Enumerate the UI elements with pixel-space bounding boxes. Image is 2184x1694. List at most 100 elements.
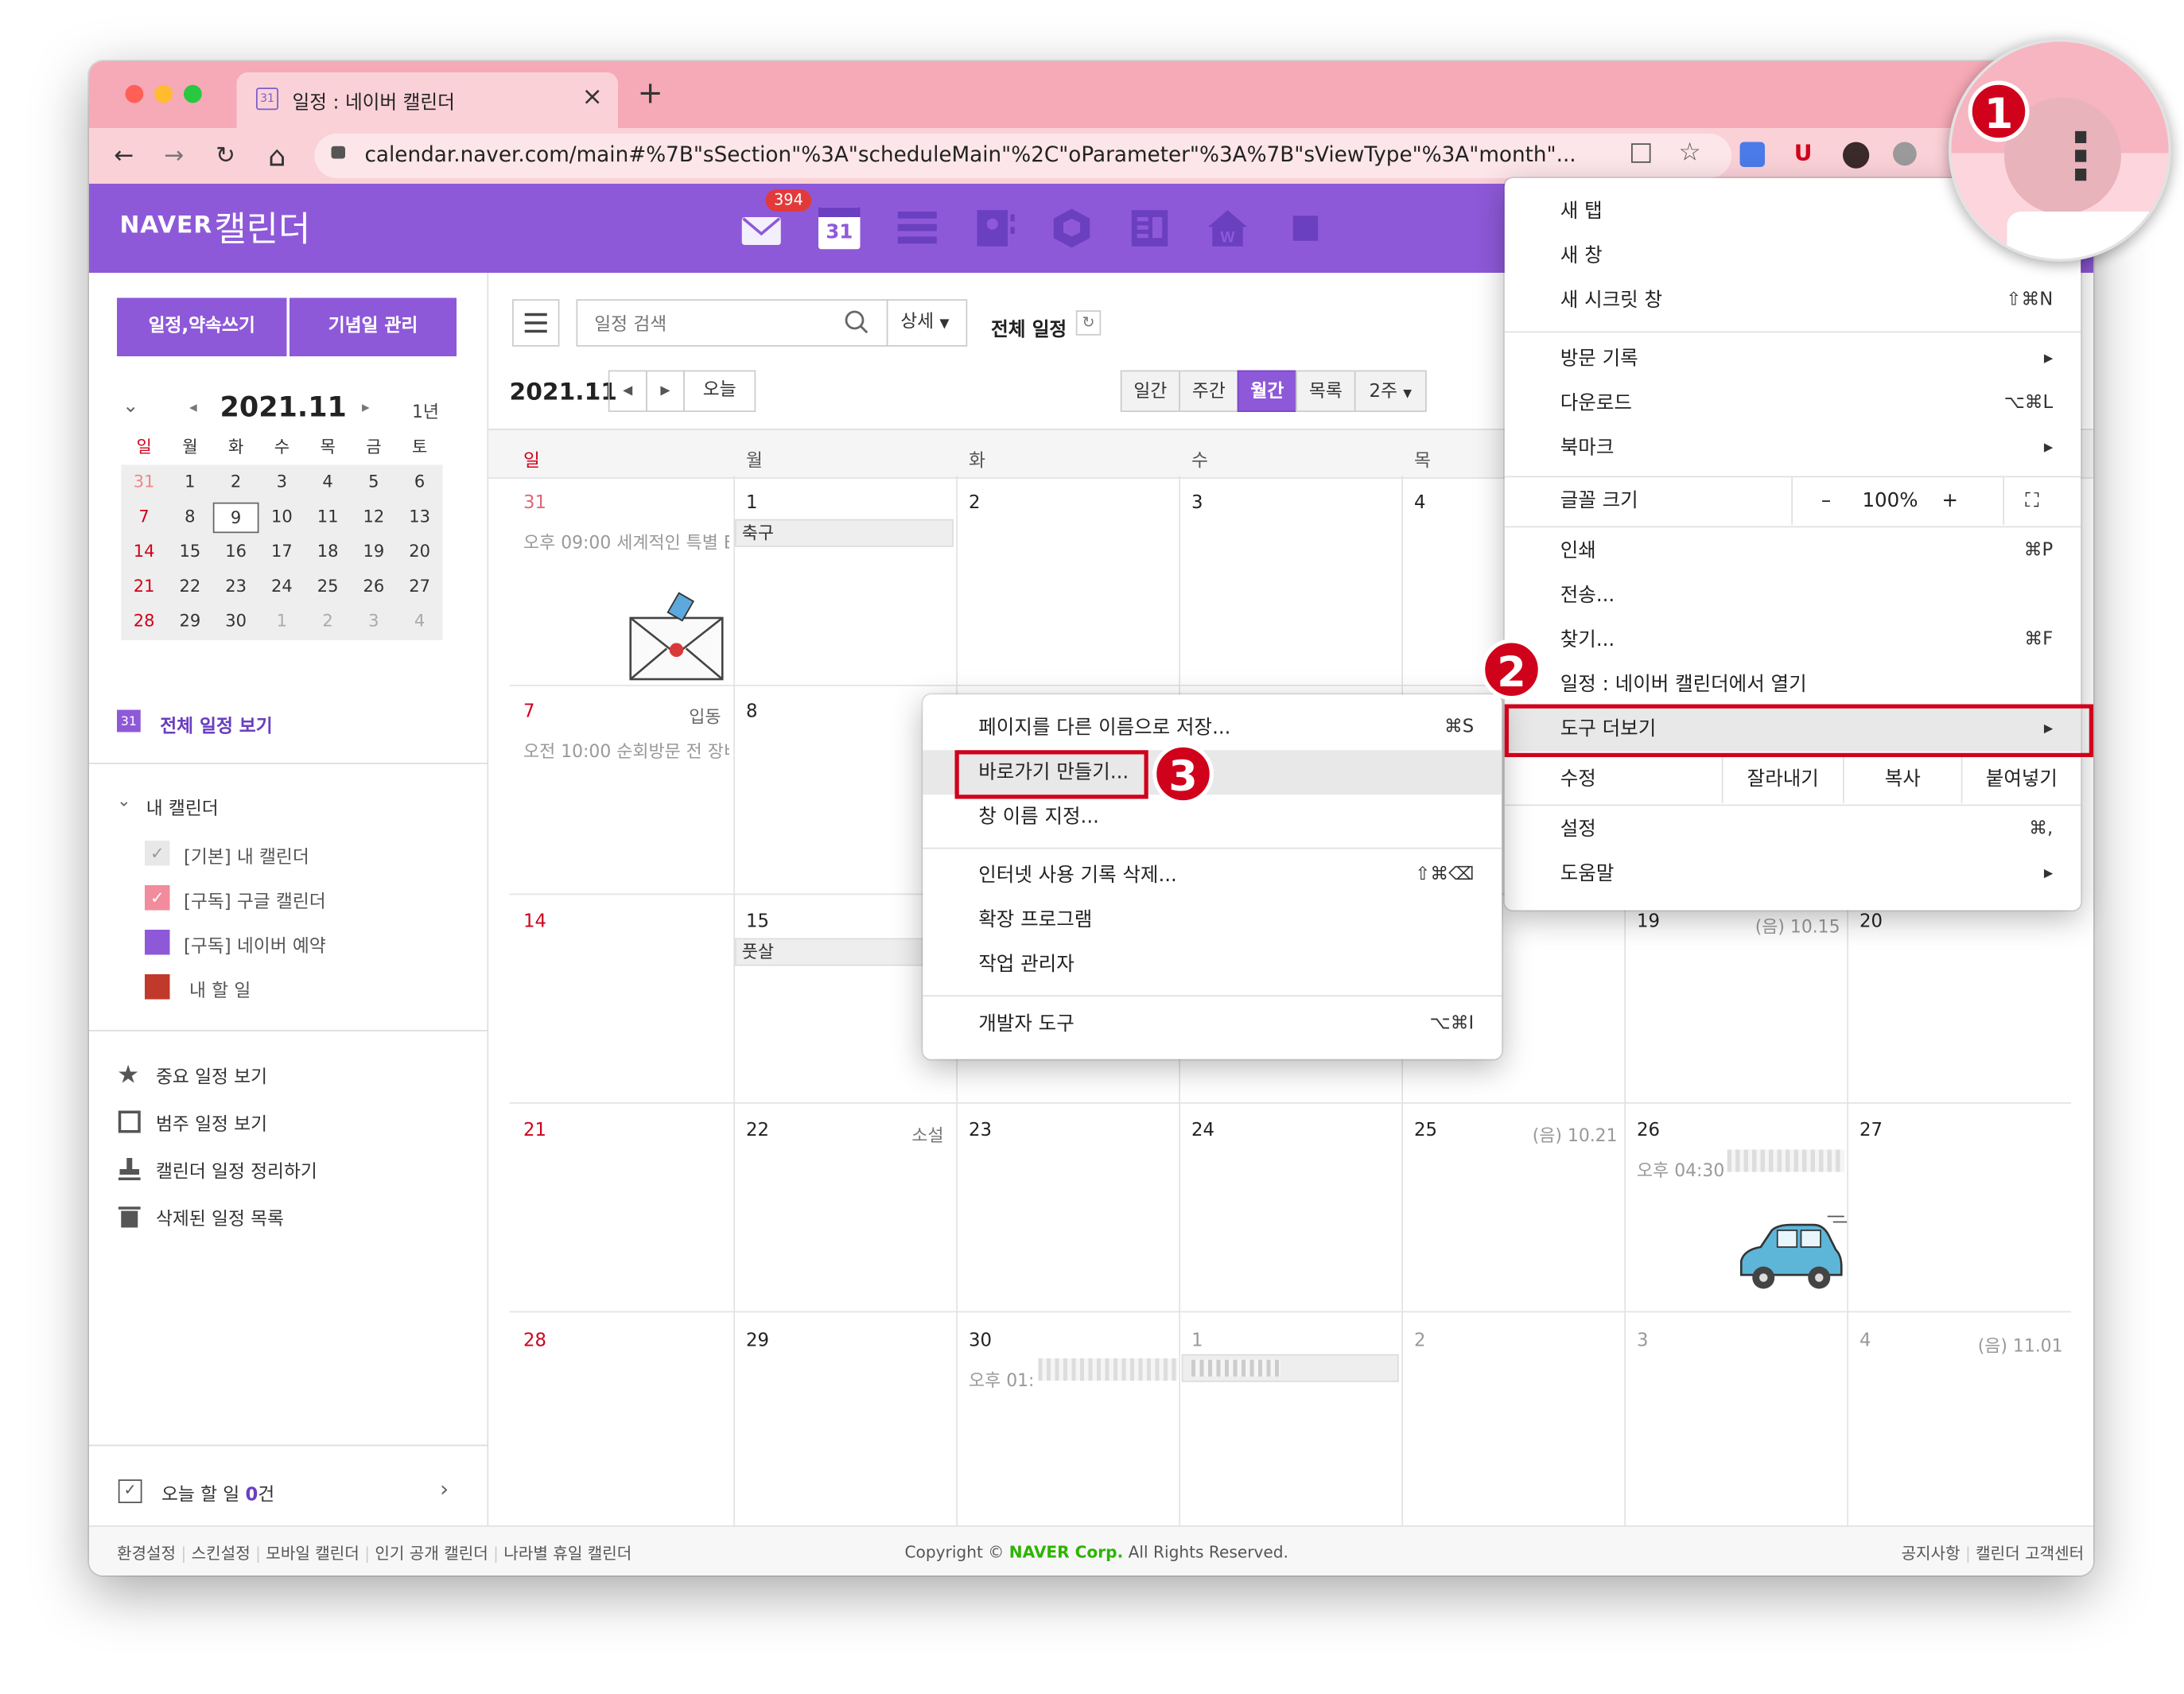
calendar-color-checkbox[interactable]: ✓ (145, 841, 170, 866)
mini-date[interactable]: 30 (213, 607, 259, 635)
date-cell[interactable]: 28 (523, 1331, 546, 1351)
footer-link[interactable]: 인기 공개 캘린더 (375, 1544, 488, 1564)
important-schedule-link[interactable]: 중요 일정 보기 (156, 1062, 267, 1088)
minimize-window-button[interactable] (154, 84, 173, 103)
date-cell[interactable]: 21 (523, 1121, 546, 1141)
my-calendars-chevron-icon[interactable]: ⌄ (117, 791, 131, 810)
share-extension-icon[interactable] (1893, 142, 1917, 166)
collapse-chevron-icon[interactable]: ⌄ (122, 395, 139, 418)
calendar-list-item[interactable]: [구독] 네이버 예약 (184, 931, 326, 958)
mini-date[interactable]: 19 (351, 538, 397, 565)
mini-date[interactable]: 18 (305, 538, 351, 565)
mini-date[interactable]: 29 (167, 607, 213, 635)
mini-date[interactable]: 21 (121, 572, 167, 600)
search-icon[interactable] (845, 310, 869, 334)
footer-link[interactable]: 환경설정 (117, 1544, 176, 1564)
mini-date[interactable]: 4 (397, 607, 443, 635)
mini-date[interactable]: 27 (397, 572, 443, 600)
notice-link[interactable]: 공지사항 (1902, 1544, 1961, 1564)
menu-item-open-in-app[interactable]: 일정 : 네이버 캘린더에서 열기 (1505, 662, 2081, 707)
my-calendars-title[interactable]: 내 캘린더 (146, 794, 219, 820)
paste-button[interactable]: 붙여넣기 (1963, 756, 2081, 803)
works-app-icon[interactable]: W (1207, 208, 1249, 250)
mini-date[interactable]: 1 (259, 607, 305, 635)
event-item[interactable]: 오후 09:00 세계적인 특별 B (523, 527, 729, 554)
menu-item-devtools[interactable]: 개발자 도구 ⌥⌘I (923, 1002, 1502, 1047)
mini-date[interactable]: 8 (167, 503, 213, 530)
menu-item-save-page[interactable]: 페이지를 다른 이름으로 저장... ⌘S (923, 705, 1502, 750)
organize-schedule-link[interactable]: 캘린더 일정 정리하기 (156, 1156, 317, 1183)
menu-item-clear-history[interactable]: 인터넷 사용 기록 삭제... ⇧⌘⌫ (923, 853, 1502, 898)
menu-item-extensions[interactable]: 확장 프로그램 (923, 898, 1502, 942)
menu-item-find[interactable]: 찾기... ⌘F (1505, 618, 2081, 662)
k-extension-icon[interactable] (1843, 142, 1870, 169)
date-cell[interactable]: 29 (746, 1331, 769, 1351)
calendar-color-checkbox[interactable]: ✓ (145, 885, 170, 911)
event-bar[interactable]: 풋살 (735, 938, 930, 966)
date-cell[interactable]: 20 (1860, 911, 1883, 932)
mini-date[interactable]: 5 (351, 468, 397, 495)
browser-tab[interactable]: 31 일정 : 네이버 캘린더 × (236, 72, 618, 128)
mini-date[interactable]: 22 (167, 572, 213, 600)
address-bar[interactable]: calendar.naver.com/main#%7B"sSection"%3A… (314, 134, 1731, 178)
calendar-list-item[interactable]: [구독] 구글 캘린더 (184, 887, 326, 913)
mini-date[interactable]: 2 (213, 468, 259, 495)
date-cell[interactable]: 4 (1860, 1331, 1871, 1351)
day-view-button[interactable]: 일간 (1120, 370, 1180, 412)
two-week-view-button[interactable]: 2주 ▼ (1354, 370, 1427, 412)
date-cell[interactable]: 3 (1637, 1331, 1648, 1351)
mini-date[interactable]: 4 (305, 468, 351, 495)
month-view-button[interactable]: 월간 (1237, 370, 1297, 412)
reload-icon[interactable]: ↻ (208, 128, 244, 184)
copy-button[interactable]: 복사 (1844, 756, 1961, 803)
list-view-button[interactable]: 목록 (1296, 370, 1356, 412)
zoom-out-button[interactable]: – (1813, 477, 1839, 525)
date-cell[interactable]: 8 (746, 701, 757, 722)
date-cell[interactable]: 27 (1860, 1121, 1883, 1141)
menu-item-name-window[interactable]: 창 이름 지정... (923, 795, 1502, 839)
memo-app-icon[interactable] (1129, 208, 1171, 250)
mini-date[interactable]: 10 (259, 503, 305, 530)
date-cell[interactable]: 2 (969, 493, 980, 514)
mini-date[interactable]: 6 (397, 468, 443, 495)
date-cell[interactable]: 25 (1414, 1121, 1437, 1141)
date-cell[interactable]: 22 (746, 1121, 769, 1141)
menu-item-print[interactable]: 인쇄 ⌘P (1505, 529, 2081, 573)
date-cell[interactable]: 23 (969, 1121, 992, 1141)
menu-item-incognito[interactable]: 새 시크릿 창 ⇧⌘N (1505, 278, 2081, 323)
next-month-button[interactable]: ▶ (646, 370, 685, 412)
search-box[interactable] (576, 299, 888, 348)
event-bar[interactable] (1181, 1354, 1399, 1382)
more-apps-icon[interactable] (1292, 216, 1319, 241)
menu-item-settings[interactable]: 설정 ⌘, (1505, 807, 2081, 852)
mini-date[interactable]: 17 (259, 538, 305, 565)
mini-date[interactable]: 13 (397, 503, 443, 530)
date-cell[interactable]: 1 (746, 493, 757, 514)
mini-date[interactable]: 20 (397, 538, 443, 565)
mini-date[interactable]: 12 (351, 503, 397, 530)
calendar-list-item[interactable]: 내 할 일 (189, 976, 251, 1002)
category-schedule-link[interactable]: 범주 일정 보기 (156, 1109, 267, 1136)
date-cell[interactable]: 15 (746, 911, 769, 932)
next-month-icon[interactable]: ▸ (362, 398, 370, 417)
mini-date[interactable]: 3 (259, 468, 305, 495)
open-external-icon[interactable] (1631, 143, 1651, 163)
today-button[interactable]: 오늘 (683, 370, 756, 412)
week-view-button[interactable]: 주간 (1179, 370, 1239, 412)
mail-icon[interactable] (740, 208, 783, 250)
u-extension-icon[interactable]: U (1794, 139, 1813, 165)
mini-date[interactable]: 3 (351, 607, 397, 635)
mini-date[interactable]: 9 (212, 502, 259, 534)
calendar-color-checkbox[interactable] (145, 930, 170, 955)
bookmark-star-icon[interactable]: ☆ (1679, 138, 1701, 167)
mini-date[interactable]: 11 (305, 503, 351, 530)
write-schedule-button[interactable]: 일정,약속쓰기 (117, 297, 287, 356)
translate-extension-icon[interactable] (1739, 142, 1765, 167)
menu-item-help[interactable]: 도움말 ▸ (1505, 852, 2081, 896)
prev-month-button[interactable]: ◀ (608, 370, 647, 412)
search-input[interactable] (577, 301, 848, 348)
deleted-schedule-link[interactable]: 삭제된 일정 목록 (156, 1204, 284, 1230)
footer-link[interactable]: 모바일 캘린더 (266, 1544, 359, 1564)
prev-month-icon[interactable]: ◂ (189, 398, 197, 417)
forward-icon[interactable]: → (156, 128, 192, 184)
